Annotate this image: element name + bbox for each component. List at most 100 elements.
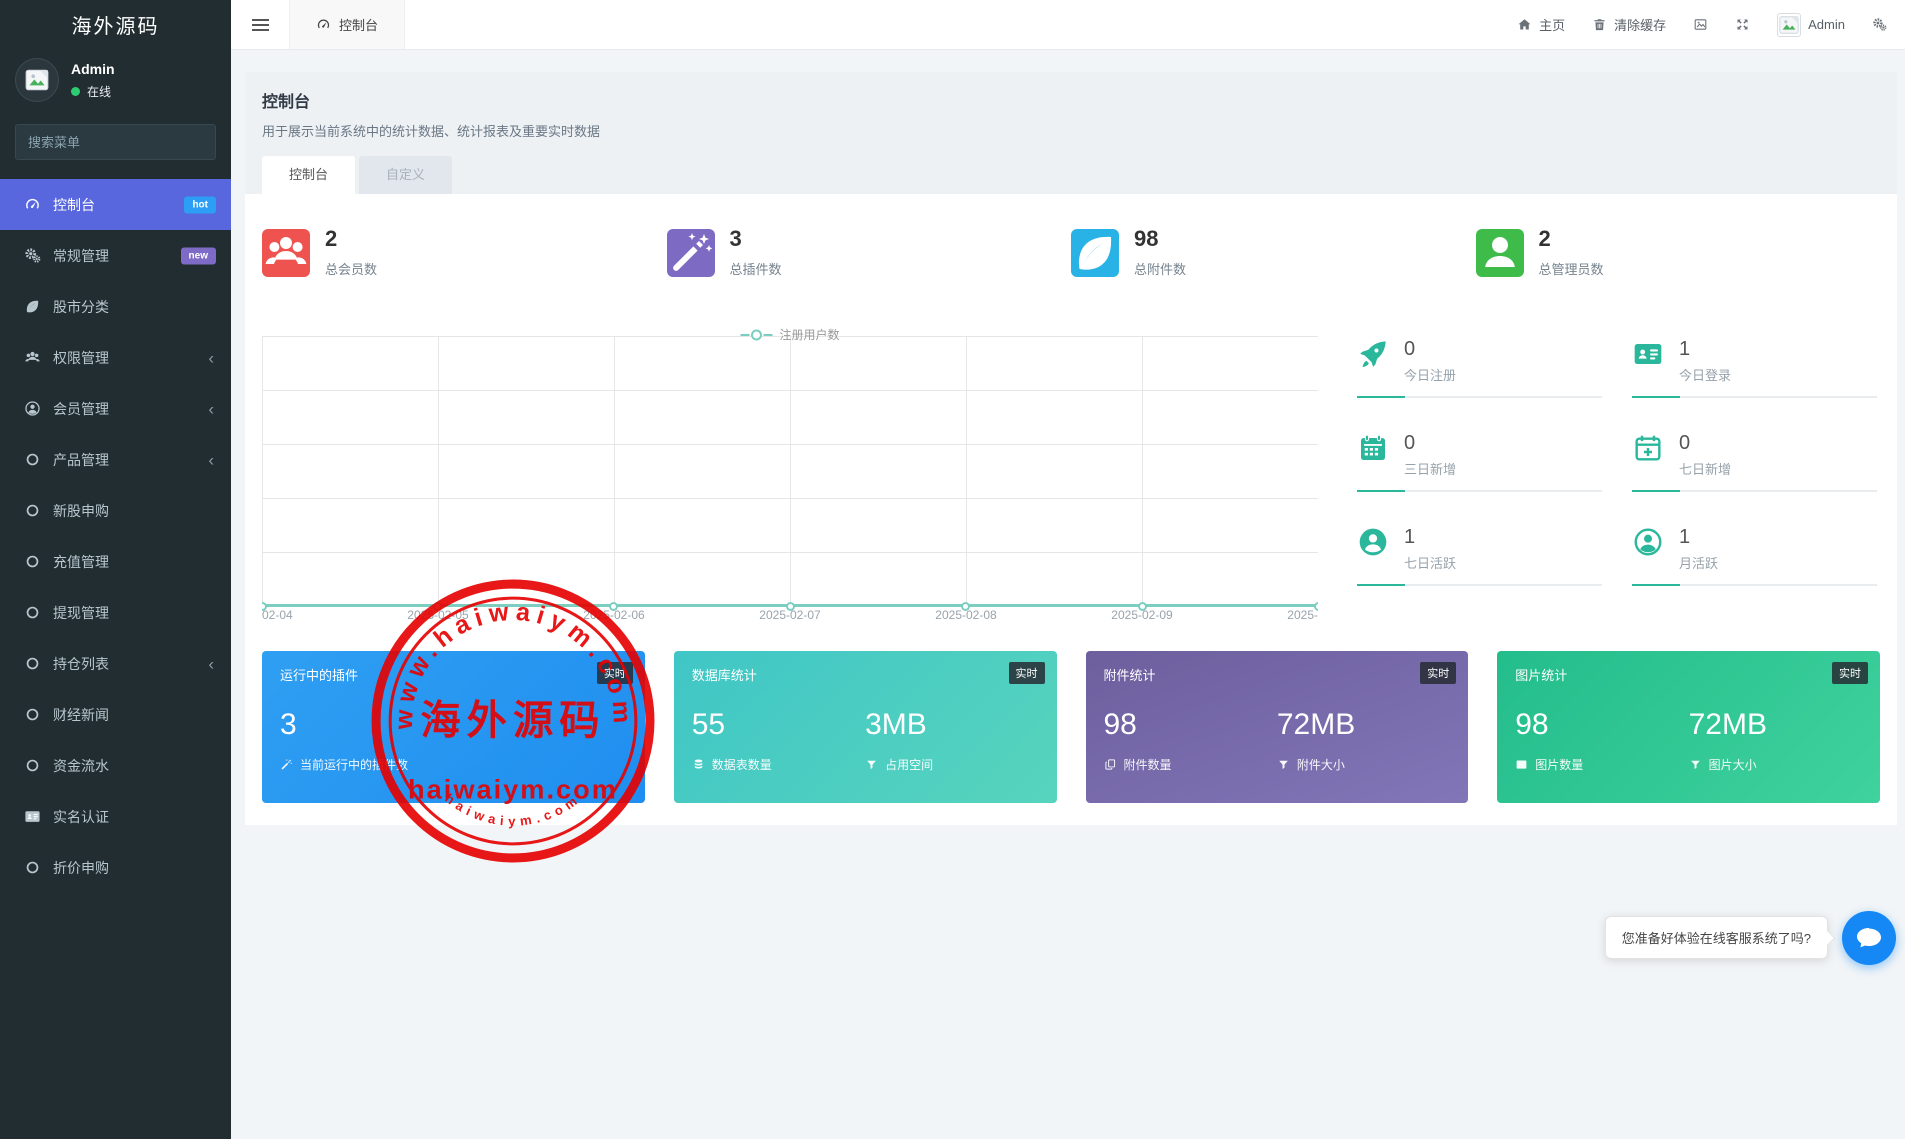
user-panel: Admin 在线 bbox=[0, 48, 231, 110]
sidebar-item-label: 持仓列表 bbox=[53, 654, 109, 674]
sidebar-item-14[interactable]: 折价申购 bbox=[0, 842, 231, 893]
summary-card: 图片统计实时98图片数量72MB图片大小 bbox=[1497, 651, 1880, 803]
summary-card-caption-label: 附件数量 bbox=[1124, 756, 1172, 773]
page-title: 控制台 bbox=[262, 88, 1880, 112]
broken-image-icon bbox=[24, 67, 50, 93]
chevron-left-icon: ‹ bbox=[208, 451, 214, 468]
menu-search-input[interactable] bbox=[16, 125, 216, 159]
sidebar-item-label: 资金流水 bbox=[53, 756, 109, 776]
sidebar-item-label: 折价申购 bbox=[53, 858, 109, 878]
sidebar-item-label: 会员管理 bbox=[53, 399, 109, 419]
chevron-left-icon: ‹ bbox=[208, 349, 214, 366]
broken-image-icon bbox=[1778, 14, 1800, 36]
fullscreen-button[interactable] bbox=[1735, 17, 1750, 32]
circle-o-icon bbox=[24, 451, 41, 468]
sidebar-item-6[interactable]: 产品管理 ‹ bbox=[0, 434, 231, 485]
clear-cache-button[interactable]: 清除缓存 bbox=[1592, 15, 1666, 34]
stat-card: 3总插件数 bbox=[667, 228, 1072, 278]
expand-icon bbox=[1735, 17, 1750, 32]
sidebar-item-3[interactable]: 股市分类 bbox=[0, 281, 231, 332]
summary-card-caption-label: 当前运行中的插件数 bbox=[300, 756, 408, 773]
sidebar-toggle-button[interactable] bbox=[231, 0, 289, 49]
chevron-left-icon: ‹ bbox=[208, 400, 214, 417]
chart-x-label: 2025-02-09 bbox=[1111, 608, 1172, 622]
stat-value: 3 bbox=[730, 228, 782, 250]
mini-stat-label: 月活跃 bbox=[1679, 553, 1718, 572]
chart-x-label: 2025-02-04 bbox=[262, 608, 293, 622]
calendar-plus-icon bbox=[1632, 432, 1664, 464]
mini-stat: 0今日注册 bbox=[1357, 338, 1602, 398]
mini-stat-label: 七日活跃 bbox=[1404, 553, 1456, 572]
user-solid-circle-icon bbox=[1357, 526, 1389, 558]
page-subtitle: 用于展示当前系统中的统计数据、统计报表及重要实时数据 bbox=[262, 121, 1880, 140]
stat-label: 总附件数 bbox=[1134, 259, 1186, 278]
sidebar-item-4[interactable]: 权限管理 ‹ bbox=[0, 332, 231, 383]
user-circle-icon bbox=[24, 400, 41, 417]
summary-card-caption-label: 数据表数量 bbox=[712, 756, 772, 773]
sidebar-item-9[interactable]: 提现管理 bbox=[0, 587, 231, 638]
mini-stats-grid: 0今日注册1今日登录0三日新增0七日新增1七日活跃1月活跃 bbox=[1357, 338, 1877, 624]
sidebar-item-10[interactable]: 持仓列表 ‹ bbox=[0, 638, 231, 689]
users-icon bbox=[24, 349, 41, 366]
chat-launcher-button[interactable] bbox=[1842, 911, 1896, 965]
summary-card-title: 图片统计 bbox=[1515, 665, 1862, 684]
summary-card-caption: 附件大小 bbox=[1277, 756, 1450, 773]
gridline bbox=[790, 336, 791, 606]
stat-card: 2总管理员数 bbox=[1476, 228, 1881, 278]
sidebar-item-label: 充值管理 bbox=[53, 552, 109, 572]
chat-invite-bubble[interactable]: 您准备好体验在线客服系统了吗? bbox=[1605, 916, 1828, 959]
legend-marker-icon bbox=[740, 329, 772, 341]
users-icon bbox=[262, 229, 310, 277]
mini-stat-value: 0 bbox=[1679, 432, 1731, 455]
badge-hot: hot bbox=[184, 196, 216, 213]
stat-card: 98总附件数 bbox=[1071, 228, 1476, 278]
topbar: 控制台 主页 清除缓存 Admin bbox=[231, 0, 1905, 50]
clear-cache-label: 清除缓存 bbox=[1614, 15, 1666, 34]
sidebar-item-label: 产品管理 bbox=[53, 450, 109, 470]
magic-icon bbox=[667, 229, 715, 277]
sidebar-item-label: 实名认证 bbox=[53, 807, 109, 827]
sidebar-item-12[interactable]: 资金流水 bbox=[0, 740, 231, 791]
realtime-badge: 实时 bbox=[1009, 662, 1045, 684]
avatar[interactable] bbox=[15, 58, 59, 102]
home-button[interactable]: 主页 bbox=[1517, 15, 1565, 34]
stat-value: 2 bbox=[1539, 228, 1604, 250]
topbar-username: Admin bbox=[1808, 17, 1845, 32]
page-tab-2[interactable]: 自定义 bbox=[359, 156, 452, 194]
chart-x-label: 2025-02-05 bbox=[407, 608, 468, 622]
summary-card-value: 3MB bbox=[865, 708, 1038, 741]
sidebar-item-label: 常规管理 bbox=[53, 246, 109, 266]
page-tab-1[interactable]: 控制台 bbox=[262, 156, 355, 194]
sidebar-item-label: 权限管理 bbox=[53, 348, 109, 368]
mini-stat: 0三日新增 bbox=[1357, 432, 1602, 492]
summary-card-value: 55 bbox=[692, 708, 865, 741]
settings-button[interactable] bbox=[1872, 17, 1887, 32]
sidebar-item-11[interactable]: 财经新闻 bbox=[0, 689, 231, 740]
sidebar-item-1[interactable]: 控制台hot bbox=[0, 179, 231, 230]
filter-icon bbox=[1277, 758, 1290, 771]
language-button[interactable] bbox=[1693, 17, 1708, 32]
mini-stat-underline bbox=[1632, 584, 1877, 586]
sidebar-item-label: 新股申购 bbox=[53, 501, 109, 521]
sidebar-item-7[interactable]: 新股申购 bbox=[0, 485, 231, 536]
chart-row: 注册用户数 2025-02-042025-02-052025-02-062025… bbox=[262, 324, 1880, 624]
circle-o-icon bbox=[24, 859, 41, 876]
sidebar-item-5[interactable]: 会员管理 ‹ bbox=[0, 383, 231, 434]
summary-card-caption: 占用空间 bbox=[865, 756, 1038, 773]
realtime-badge: 实时 bbox=[1420, 662, 1456, 684]
chart-x-label: 2025-02-08 bbox=[935, 608, 996, 622]
chevron-left-icon: ‹ bbox=[208, 655, 214, 672]
summary-card-title: 运行中的插件 bbox=[280, 665, 627, 684]
topbar-tab-dashboard[interactable]: 控制台 bbox=[289, 0, 405, 49]
stat-card: 2总会员数 bbox=[262, 228, 667, 278]
sidebar-item-2[interactable]: 常规管理new bbox=[0, 230, 231, 281]
summary-card-caption: 图片大小 bbox=[1689, 756, 1862, 773]
sidebar-item-8[interactable]: 充值管理 bbox=[0, 536, 231, 587]
profile-menu[interactable]: Admin bbox=[1777, 13, 1845, 37]
circle-o-icon bbox=[24, 553, 41, 570]
mini-stat-label: 三日新增 bbox=[1404, 459, 1456, 478]
panel-body: 2总会员数3总插件数98总附件数2总管理员数 注册用户数 2025-02-04 2… bbox=[245, 194, 1897, 825]
hamburger-icon bbox=[252, 19, 269, 31]
chart-legend[interactable]: 注册用户数 bbox=[740, 326, 839, 343]
sidebar-item-13[interactable]: 实名认证 bbox=[0, 791, 231, 842]
